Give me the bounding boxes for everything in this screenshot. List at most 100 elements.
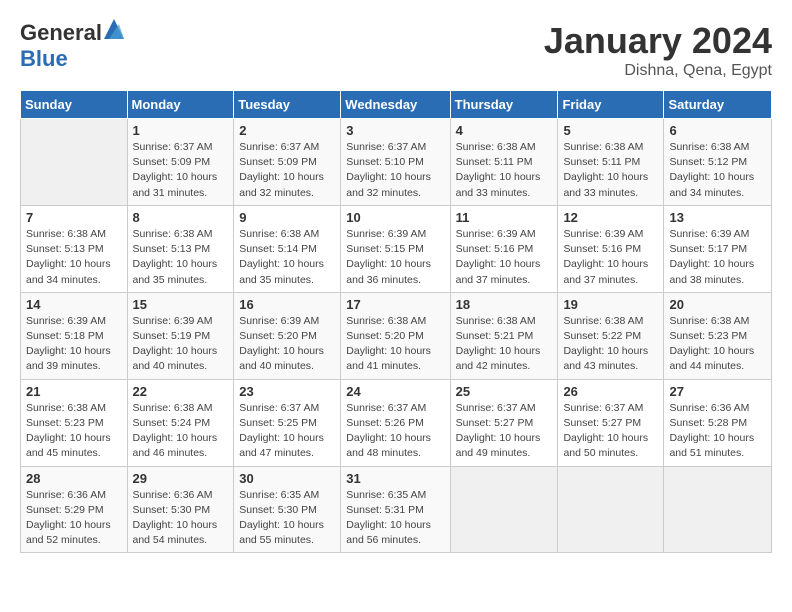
day-number: 11 [456, 210, 553, 225]
day-info: Sunrise: 6:37 AM Sunset: 5:25 PM Dayligh… [239, 401, 335, 462]
calendar-cell: 3 Sunrise: 6:37 AM Sunset: 5:10 PM Daylig… [341, 119, 450, 206]
calendar-cell: 7 Sunrise: 6:38 AM Sunset: 5:13 PM Daylig… [21, 205, 128, 292]
day-info: Sunrise: 6:35 AM Sunset: 5:30 PM Dayligh… [239, 488, 335, 549]
calendar-week-row: 1 Sunrise: 6:37 AM Sunset: 5:09 PM Daylig… [21, 119, 772, 206]
day-info: Sunrise: 6:37 AM Sunset: 5:27 PM Dayligh… [456, 401, 553, 462]
day-info: Sunrise: 6:37 AM Sunset: 5:09 PM Dayligh… [133, 140, 229, 201]
logo-blue-text: Blue [20, 46, 68, 72]
day-info: Sunrise: 6:37 AM Sunset: 5:26 PM Dayligh… [346, 401, 444, 462]
day-info: Sunrise: 6:36 AM Sunset: 5:29 PM Dayligh… [26, 488, 122, 549]
day-number: 18 [456, 297, 553, 312]
calendar-cell: 10Sunrise: 6:39 AM Sunset: 5:15 PM Dayli… [341, 205, 450, 292]
calendar-cell: 29 Sunrise: 6:36 AM Sunset: 5:30 PM Dayli… [127, 466, 234, 553]
calendar-body: 1 Sunrise: 6:37 AM Sunset: 5:09 PM Daylig… [21, 119, 772, 553]
day-number: 16 [239, 297, 335, 312]
calendar-cell [21, 119, 128, 206]
day-info: Sunrise: 6:39 AM Sunset: 5:15 PM Dayligh… [346, 227, 444, 288]
calendar-cell: 22 Sunrise: 6:38 AM Sunset: 5:24 PM Dayli… [127, 379, 234, 466]
day-number: 13 [669, 210, 766, 225]
calendar-cell: 25Sunrise: 6:37 AM Sunset: 5:27 PM Dayli… [450, 379, 558, 466]
day-info: Sunrise: 6:39 AM Sunset: 5:16 PM Dayligh… [456, 227, 553, 288]
calendar-cell: 15 Sunrise: 6:39 AM Sunset: 5:19 PM Dayli… [127, 292, 234, 379]
day-number: 30 [239, 471, 335, 486]
day-number: 24 [346, 384, 444, 399]
day-number: 12 [563, 210, 658, 225]
day-of-week-header: Wednesday [341, 91, 450, 119]
calendar-cell: 12 Sunrise: 6:39 AM Sunset: 5:16 PM Dayli… [558, 205, 664, 292]
day-number: 19 [563, 297, 658, 312]
calendar-cell: 21Sunrise: 6:38 AM Sunset: 5:23 PM Dayli… [21, 379, 128, 466]
day-of-week-header: Thursday [450, 91, 558, 119]
page-header: General Blue January 2024 Dishna, Qena, … [20, 20, 772, 80]
day-info: Sunrise: 6:37 AM Sunset: 5:09 PM Dayligh… [239, 140, 335, 201]
calendar-week-row: 7 Sunrise: 6:38 AM Sunset: 5:13 PM Daylig… [21, 205, 772, 292]
day-number: 3 [346, 123, 444, 138]
calendar-cell: 28Sunrise: 6:36 AM Sunset: 5:29 PM Dayli… [21, 466, 128, 553]
day-info: Sunrise: 6:39 AM Sunset: 5:20 PM Dayligh… [239, 314, 335, 375]
calendar-cell: 6 Sunrise: 6:38 AM Sunset: 5:12 PM Daylig… [664, 119, 772, 206]
day-of-week-header: Sunday [21, 91, 128, 119]
day-number: 14 [26, 297, 122, 312]
day-number: 31 [346, 471, 444, 486]
calendar-cell: 20 Sunrise: 6:38 AM Sunset: 5:23 PM Dayli… [664, 292, 772, 379]
calendar-cell: 14 Sunrise: 6:39 AM Sunset: 5:18 PM Dayli… [21, 292, 128, 379]
calendar-cell: 17 Sunrise: 6:38 AM Sunset: 5:20 PM Dayli… [341, 292, 450, 379]
day-info: Sunrise: 6:38 AM Sunset: 5:22 PM Dayligh… [563, 314, 658, 375]
day-number: 1 [133, 123, 229, 138]
day-number: 29 [133, 471, 229, 486]
calendar-cell [558, 466, 664, 553]
logo-general-text: General [20, 20, 102, 46]
day-info: Sunrise: 6:39 AM Sunset: 5:19 PM Dayligh… [133, 314, 229, 375]
day-info: Sunrise: 6:38 AM Sunset: 5:11 PM Dayligh… [563, 140, 658, 201]
day-info: Sunrise: 6:39 AM Sunset: 5:18 PM Dayligh… [26, 314, 122, 375]
day-number: 21 [26, 384, 122, 399]
day-info: Sunrise: 6:38 AM Sunset: 5:11 PM Dayligh… [456, 140, 553, 201]
day-info: Sunrise: 6:38 AM Sunset: 5:20 PM Dayligh… [346, 314, 444, 375]
calendar-cell: 24 Sunrise: 6:37 AM Sunset: 5:26 PM Dayli… [341, 379, 450, 466]
calendar-cell [664, 466, 772, 553]
calendar-week-row: 28Sunrise: 6:36 AM Sunset: 5:29 PM Dayli… [21, 466, 772, 553]
days-of-week-row: SundayMondayTuesdayWednesdayThursdayFrid… [21, 91, 772, 119]
calendar-cell: 23 Sunrise: 6:37 AM Sunset: 5:25 PM Dayli… [234, 379, 341, 466]
day-number: 26 [563, 384, 658, 399]
day-number: 20 [669, 297, 766, 312]
calendar-cell: 11 Sunrise: 6:39 AM Sunset: 5:16 PM Dayli… [450, 205, 558, 292]
day-number: 22 [133, 384, 229, 399]
calendar-cell: 8Sunrise: 6:38 AM Sunset: 5:13 PM Daylig… [127, 205, 234, 292]
day-info: Sunrise: 6:38 AM Sunset: 5:23 PM Dayligh… [669, 314, 766, 375]
calendar-header: SundayMondayTuesdayWednesdayThursdayFrid… [21, 91, 772, 119]
day-number: 15 [133, 297, 229, 312]
day-number: 6 [669, 123, 766, 138]
calendar-cell: 1 Sunrise: 6:37 AM Sunset: 5:09 PM Daylig… [127, 119, 234, 206]
calendar-week-row: 21Sunrise: 6:38 AM Sunset: 5:23 PM Dayli… [21, 379, 772, 466]
logo-icon [104, 19, 124, 39]
calendar-cell: 16 Sunrise: 6:39 AM Sunset: 5:20 PM Dayli… [234, 292, 341, 379]
day-info: Sunrise: 6:38 AM Sunset: 5:13 PM Dayligh… [133, 227, 229, 288]
day-number: 7 [26, 210, 122, 225]
day-number: 23 [239, 384, 335, 399]
calendar-cell: 9Sunrise: 6:38 AM Sunset: 5:14 PM Daylig… [234, 205, 341, 292]
calendar-cell: 19 Sunrise: 6:38 AM Sunset: 5:22 PM Dayli… [558, 292, 664, 379]
day-info: Sunrise: 6:39 AM Sunset: 5:16 PM Dayligh… [563, 227, 658, 288]
day-of-week-header: Saturday [664, 91, 772, 119]
day-info: Sunrise: 6:36 AM Sunset: 5:30 PM Dayligh… [133, 488, 229, 549]
day-info: Sunrise: 6:38 AM Sunset: 5:12 PM Dayligh… [669, 140, 766, 201]
day-info: Sunrise: 6:39 AM Sunset: 5:17 PM Dayligh… [669, 227, 766, 288]
day-info: Sunrise: 6:38 AM Sunset: 5:13 PM Dayligh… [26, 227, 122, 288]
day-number: 9 [239, 210, 335, 225]
day-number: 5 [563, 123, 658, 138]
calendar-cell: 26Sunrise: 6:37 AM Sunset: 5:27 PM Dayli… [558, 379, 664, 466]
calendar-cell: 27Sunrise: 6:36 AM Sunset: 5:28 PM Dayli… [664, 379, 772, 466]
day-info: Sunrise: 6:35 AM Sunset: 5:31 PM Dayligh… [346, 488, 444, 549]
day-info: Sunrise: 6:37 AM Sunset: 5:10 PM Dayligh… [346, 140, 444, 201]
calendar-cell: 5 Sunrise: 6:38 AM Sunset: 5:11 PM Daylig… [558, 119, 664, 206]
day-number: 27 [669, 384, 766, 399]
calendar-cell: 13 Sunrise: 6:39 AM Sunset: 5:17 PM Dayli… [664, 205, 772, 292]
day-of-week-header: Monday [127, 91, 234, 119]
day-of-week-header: Friday [558, 91, 664, 119]
day-number: 17 [346, 297, 444, 312]
day-of-week-header: Tuesday [234, 91, 341, 119]
day-info: Sunrise: 6:38 AM Sunset: 5:24 PM Dayligh… [133, 401, 229, 462]
month-year-title: January 2024 [544, 20, 772, 62]
calendar-table: SundayMondayTuesdayWednesdayThursdayFrid… [20, 90, 772, 553]
